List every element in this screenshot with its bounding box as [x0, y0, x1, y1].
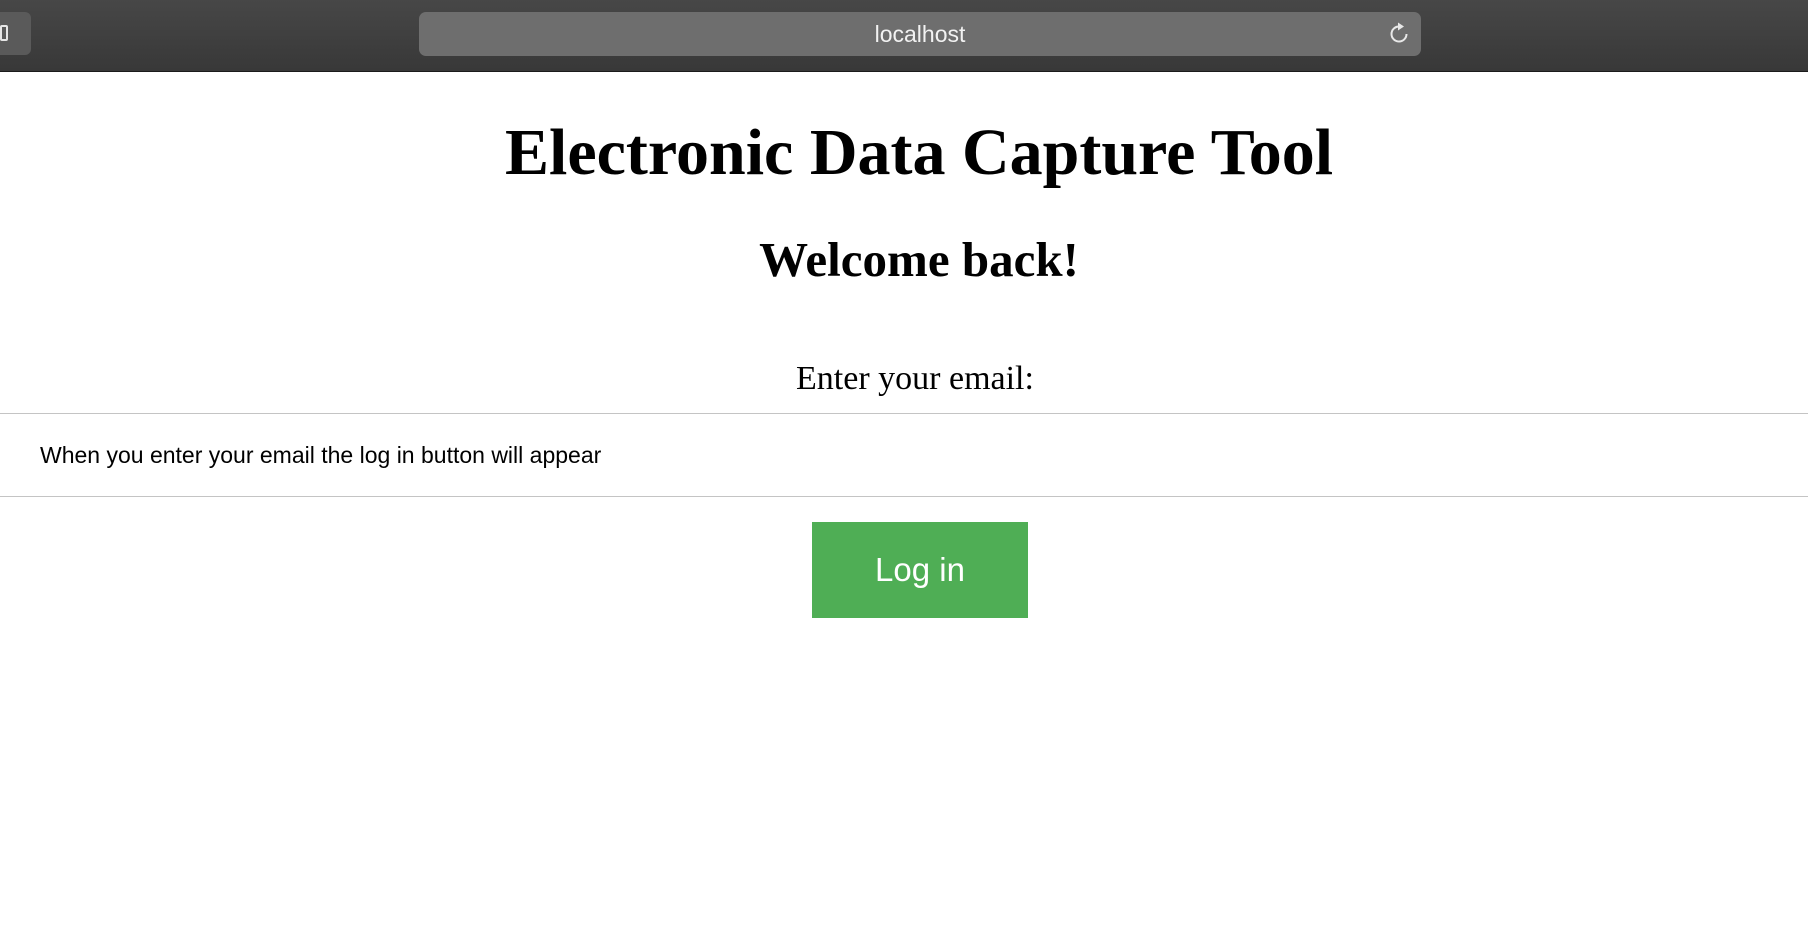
- page-content: Electronic Data Capture Tool Welcome bac…: [0, 72, 1808, 932]
- welcome-heading: Welcome back!: [759, 232, 1079, 287]
- email-input[interactable]: [0, 413, 1808, 497]
- address-text: localhost: [874, 21, 966, 47]
- sidebar-icon: [0, 25, 8, 41]
- email-label: Enter your email:: [796, 360, 1034, 397]
- browser-toolbar: localhost: [0, 0, 1808, 72]
- reload-icon[interactable]: [1387, 22, 1411, 46]
- login-button[interactable]: Log in: [812, 522, 1028, 618]
- sidebar-toggle-button[interactable]: [0, 12, 31, 55]
- address-bar[interactable]: localhost: [419, 12, 1421, 56]
- page-title: Electronic Data Capture Tool: [504, 116, 1334, 189]
